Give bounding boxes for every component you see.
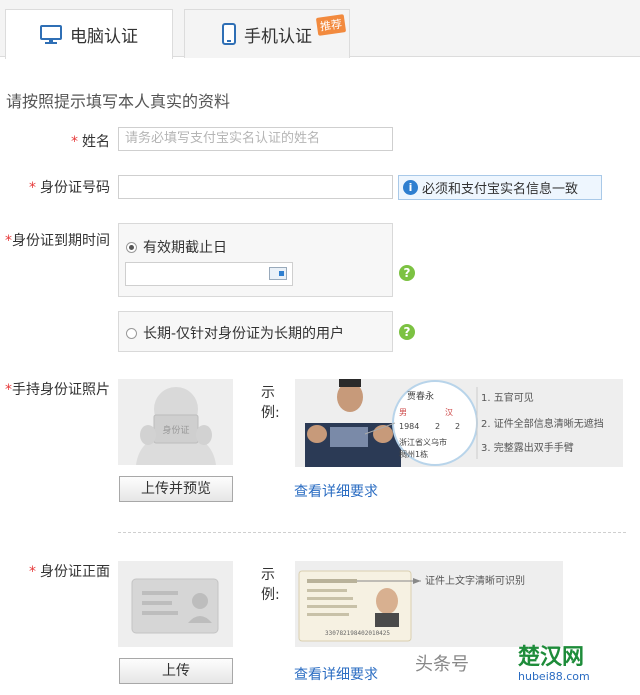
longterm-panel: 长期-仅针对身份证为长期的用户 bbox=[118, 311, 393, 352]
expiry-date-input[interactable] bbox=[125, 262, 293, 286]
monitor-icon bbox=[40, 24, 62, 44]
divider bbox=[118, 532, 626, 533]
handheld-label: *手持身份证照片 bbox=[5, 382, 110, 398]
id-number-label: * 身份证号码 bbox=[29, 180, 110, 196]
watermark-domain: hubei88.com bbox=[518, 670, 590, 683]
radio-checked[interactable] bbox=[126, 242, 137, 253]
id-front-example-image: 330782198402010425 证件上文字清晰可识别 bbox=[295, 561, 563, 647]
example-label: 示例: bbox=[261, 385, 280, 421]
watermark-text: 头条号 bbox=[415, 654, 469, 675]
question-icon[interactable]: ? bbox=[399, 324, 415, 340]
radio-longterm[interactable]: 长期-仅针对身份证为长期的用户 bbox=[126, 323, 344, 343]
svg-text:2: 2 bbox=[455, 422, 460, 431]
svg-text:证件上文字清晰可识别: 证件上文字清晰可识别 bbox=[425, 574, 525, 587]
id-front-label: * 身份证正面 bbox=[29, 564, 110, 580]
upload-preview-button[interactable]: 上传并预览 bbox=[119, 476, 233, 502]
name-input[interactable]: 请务必填写支付宝实名认证的姓名 bbox=[118, 127, 393, 151]
svg-text:汉: 汉 bbox=[445, 408, 453, 417]
svg-text:稠州1栋: 稠州1栋 bbox=[399, 449, 428, 459]
id-card-icon bbox=[131, 578, 219, 634]
handheld-detail-link[interactable]: 查看详细要求 bbox=[294, 481, 378, 501]
tab-pc-auth-label: 电脑认证 bbox=[70, 27, 138, 47]
id-tip-text: 必须和支付宝实名信息一致 bbox=[422, 182, 579, 197]
svg-text:2. 证件全部信息清晰无遮挡: 2. 证件全部信息清晰无遮挡 bbox=[481, 417, 604, 430]
tab-pc-auth[interactable]: 电脑认证 bbox=[5, 9, 173, 59]
tab-mobile-auth[interactable]: 手机认证 推荐 bbox=[184, 9, 350, 58]
id-front-detail-link[interactable]: 查看详细要求 bbox=[294, 664, 378, 684]
intro-text: 请按照提示填写本人真实的资料 bbox=[6, 92, 231, 111]
svg-text:贾春永: 贾春永 bbox=[407, 390, 434, 402]
handheld-example-image: 贾春永 男 汉 1984 2 2 浙江省义乌市 稠州1栋 1. 五官可见 2. … bbox=[295, 379, 623, 467]
id-front-placeholder bbox=[118, 561, 233, 647]
svg-text:2: 2 bbox=[435, 422, 440, 431]
watermark-site: 楚汉网 bbox=[518, 645, 585, 670]
recommend-badge: 推荐 bbox=[315, 14, 347, 36]
svg-text:1. 五官可见: 1. 五官可见 bbox=[481, 391, 534, 404]
required-mark: * bbox=[71, 134, 78, 150]
expiry-label: *身份证到期时间 bbox=[5, 233, 110, 249]
tab-bar: 电脑认证 手机认证 推荐 bbox=[0, 0, 640, 59]
phone-icon bbox=[222, 23, 236, 45]
tab-mobile-auth-label: 手机认证 bbox=[244, 26, 312, 47]
svg-text:身份证: 身份证 bbox=[162, 424, 189, 436]
id-tip: i 必须和支付宝实名信息一致 bbox=[398, 175, 602, 200]
radio-expiry-date[interactable]: 有效期截止日 bbox=[126, 237, 227, 257]
id-number-input[interactable] bbox=[118, 175, 393, 199]
upload-button[interactable]: 上传 bbox=[119, 658, 233, 684]
svg-text:浙江省义乌市: 浙江省义乌市 bbox=[399, 437, 447, 447]
svg-text:男: 男 bbox=[399, 408, 407, 417]
svg-text:3. 完整露出双手手臂: 3. 完整露出双手手臂 bbox=[481, 441, 574, 454]
svg-text:1984: 1984 bbox=[399, 422, 419, 431]
watermark-logo: 楚汉网 hubei88.com bbox=[518, 645, 590, 684]
info-icon: i bbox=[403, 180, 418, 195]
name-label: * 姓名 bbox=[71, 134, 110, 150]
handheld-placeholder: 身份证 bbox=[118, 379, 233, 465]
example-label: 示例: bbox=[261, 567, 280, 603]
question-icon[interactable]: ? bbox=[399, 265, 415, 281]
svg-text:330782198402010425: 330782198402010425 bbox=[325, 630, 390, 637]
radio-unchecked[interactable] bbox=[126, 328, 137, 339]
calendar-icon[interactable] bbox=[269, 267, 287, 280]
expiry-date-panel: 有效期截止日 bbox=[118, 223, 393, 297]
person-holding-card-icon: 身份证 bbox=[136, 387, 216, 465]
